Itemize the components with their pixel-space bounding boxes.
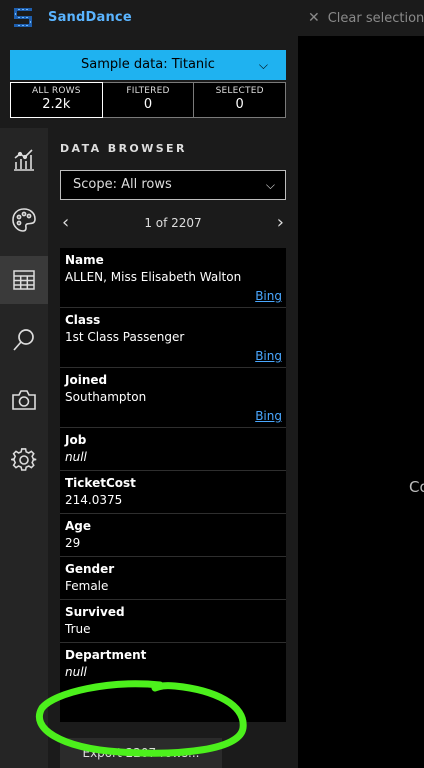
field-value: 1st Class Passenger [65,330,185,344]
chevron-down-icon: ⌵ [265,178,275,192]
scope-label: Scope: All rows [73,177,172,192]
export-rows-button[interactable]: Export 2207 rows... [60,738,222,768]
camera-icon [12,390,36,410]
count-selected[interactable]: SELECTED 0 [194,82,287,118]
main-canvas[interactable]: Co [298,36,424,768]
sidebar [0,128,48,768]
count-value: 2.2k [42,97,71,112]
top-bar: SandDance ✕ Clear selection [0,0,424,36]
field-row: Department null [60,643,286,686]
field-value: null [65,450,87,464]
field-name: Job [65,433,87,447]
field-value: Female [65,579,109,593]
sidebar-item-data-browser[interactable] [0,256,48,304]
field-value: Southampton [65,390,147,404]
field-row: Joined Southampton Bing [60,368,286,428]
count-label: ALL ROWS [32,86,81,96]
field-name: Survived [65,605,125,619]
sidebar-item-settings[interactable] [0,436,48,484]
count-label: SELECTED [215,86,264,96]
chart-icon [14,149,34,171]
count-filtered[interactable]: FILTERED 0 [102,82,195,118]
field-name: Class [65,313,101,327]
bing-link[interactable]: Bing [255,409,282,423]
field-value: True [65,622,91,636]
next-record-button[interactable]: › [277,212,284,233]
sidebar-item-search[interactable] [0,316,48,364]
table-icon [13,270,35,290]
count-value: 0 [235,97,244,112]
count-value: 0 [143,97,153,112]
dataset-label: Sample data: Titanic [81,57,215,72]
field-name: Gender [65,562,115,576]
field-value: ALLEN, Miss Elisabeth Walton [65,270,242,284]
close-icon: ✕ [308,10,320,26]
sidebar-item-color[interactable] [0,196,48,244]
page-indicator: 1 of 2207 [144,216,202,230]
row-counts: ALL ROWS 2.2k FILTERED 0 SELECTED 0 [10,82,287,118]
field-row: Age 29 [60,514,286,557]
field-value: 29 [65,536,81,550]
field-row: Name ALLEN, Miss Elisabeth Walton Bing [60,248,286,308]
clear-selection-button[interactable]: ✕ Clear selection [308,10,424,26]
palette-icon [12,208,36,232]
field-name: Name [65,253,104,267]
field-name: TicketCost [65,476,136,490]
count-label: FILTERED [126,86,170,96]
scope-dropdown[interactable]: Scope: All rows ⌵ [60,170,286,200]
field-name: Joined [65,373,108,387]
app-name: SandDance [48,10,132,25]
clear-selection-label: Clear selection [327,11,424,26]
left-panel: Sample data: Titanic ⌵ ALL ROWS 2.2k FIL… [0,36,298,768]
search-icon [13,329,34,351]
chevron-down-icon: ⌵ [258,58,268,72]
panel-title: DATA BROWSER [60,142,187,155]
bing-link[interactable]: Bing [255,349,282,363]
main-partial-text: Co [409,478,424,496]
field-row: Job null [60,428,286,471]
gear-icon [11,448,37,471]
record-fields: Name ALLEN, Miss Elisabeth Walton Bing C… [60,248,286,722]
field-name: Age [65,519,92,533]
record-pager: ‹ 1 of 2207 › [60,208,286,238]
field-row: TicketCost 214.0375 [60,471,286,514]
sidebar-item-chart[interactable] [0,136,48,184]
field-name: Department [65,648,147,662]
field-row: Survived True [60,600,286,643]
field-value: 214.0375 [65,493,123,507]
bing-link[interactable]: Bing [255,289,282,303]
sanddance-logo-icon [14,8,32,27]
sidebar-item-snapshots[interactable] [0,376,48,424]
field-row: Class 1st Class Passenger Bing [60,308,286,368]
field-row: Gender Female [60,557,286,600]
field-value: null [65,665,87,679]
dataset-dropdown[interactable]: Sample data: Titanic ⌵ [10,50,286,80]
data-browser-panel: DATA BROWSER Scope: All rows ⌵ ‹ 1 of 22… [48,128,298,768]
count-all-rows[interactable]: ALL ROWS 2.2k [10,82,103,118]
